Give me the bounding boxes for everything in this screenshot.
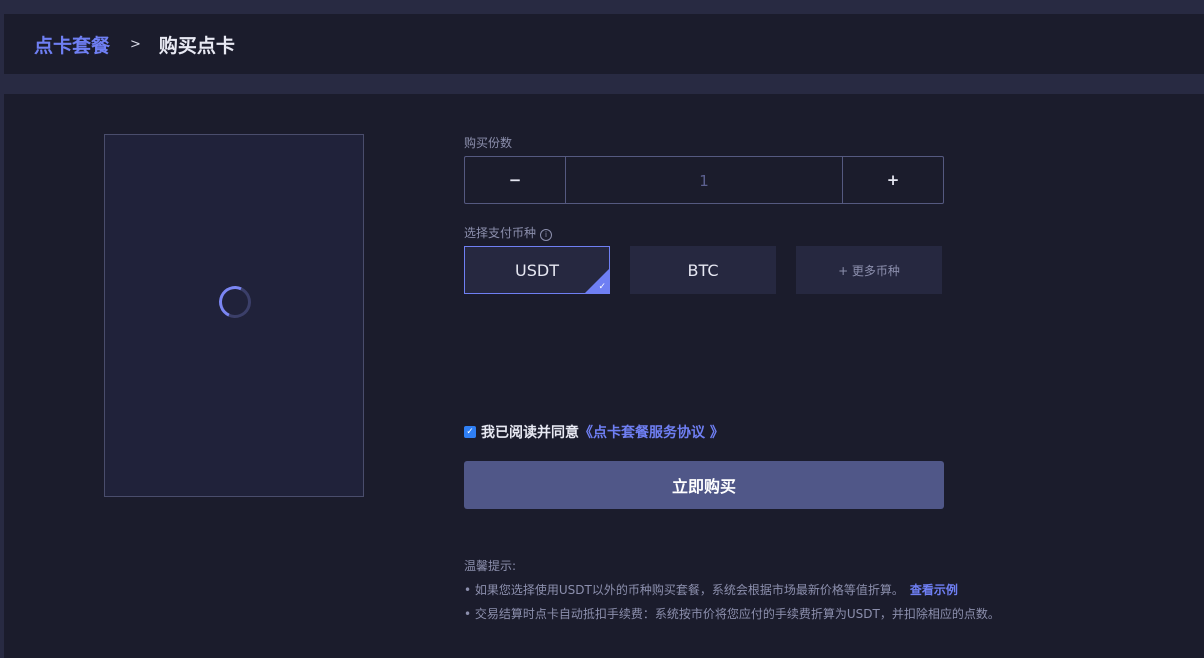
agreement-link[interactable]: 《点卡套餐服务协议 》: [579, 422, 724, 442]
quantity-stepper: − +: [464, 156, 944, 205]
check-icon: ✓: [598, 282, 606, 292]
more-currencies-button[interactable]: + 更多币种: [796, 246, 942, 294]
currency-option-label: USDT: [515, 260, 559, 280]
view-example-link[interactable]: 查看示例: [910, 583, 958, 597]
purchase-form: 购买份数 − + 选择支付币种i USDT ✓ BTC + 更多币种 ✓ 我已阅…: [464, 94, 1164, 658]
currency-option-usdt[interactable]: USDT ✓: [464, 246, 610, 294]
tips-section: 温馨提示: • 如果您选择使用USDT以外的币种购买套餐，系统会根据市场最新价格…: [464, 554, 1000, 626]
currency-label-row: 选择支付币种 i: [464, 224, 553, 241]
agreement-row: ✓ 我已阅读并同意 《点卡套餐服务协议 》: [464, 422, 724, 442]
currency-label: 选择支付币种: [464, 226, 537, 240]
quantity-label: 购买份数: [464, 136, 513, 150]
loading-spinner-icon: [214, 281, 256, 323]
tip-item: • 交易结算时点卡自动抵扣手续费：系统按市价将您应付的手续费折算为USDT，并扣…: [464, 607, 1000, 621]
tip-item: • 如果您选择使用USDT以外的币种购买套餐，系统会根据市场最新价格等值折算。查…: [464, 578, 1000, 602]
info-icon[interactable]: i: [540, 229, 553, 241]
breadcrumb-separator: >: [130, 36, 141, 52]
breadcrumb-root-link[interactable]: 点卡套餐: [34, 31, 110, 58]
tip-text: • 如果您选择使用USDT以外的币种购买套餐，系统会根据市场最新价格等值折算。: [464, 583, 904, 597]
currency-option-label: BTC: [687, 260, 719, 280]
quantity-decrease-button[interactable]: −: [465, 157, 566, 203]
page-title: 购买点卡: [158, 34, 235, 57]
agreement-checkbox[interactable]: ✓: [464, 426, 476, 438]
buy-now-button[interactable]: 立即购买: [464, 461, 944, 509]
purchase-panel: 购买份数 − + 选择支付币种i USDT ✓ BTC + 更多币种 ✓ 我已阅…: [4, 94, 1204, 658]
tips-title: 温馨提示:: [464, 559, 517, 573]
quantity-input[interactable]: [566, 157, 842, 205]
currency-option-btc[interactable]: BTC: [630, 246, 776, 294]
agreement-text: 我已阅读并同意: [481, 425, 579, 441]
breadcrumb: 点卡套餐 > 购买点卡: [4, 14, 1204, 74]
card-preview: [104, 134, 364, 497]
quantity-increase-button[interactable]: +: [842, 157, 943, 203]
